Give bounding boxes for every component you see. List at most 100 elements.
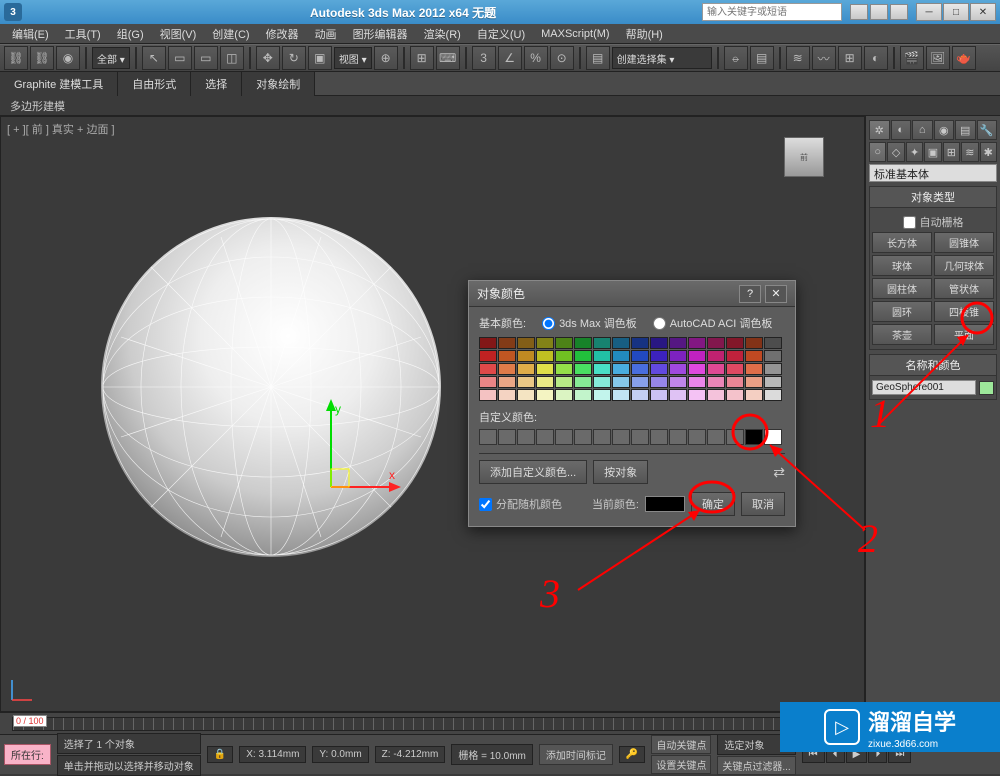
close-button[interactable]: ✕ (970, 3, 996, 21)
star-icon[interactable] (870, 4, 888, 20)
ref-coord-dropdown[interactable]: 视图 ▾ (334, 47, 372, 69)
select-window-icon[interactable]: ◫ (220, 46, 244, 70)
coord-x[interactable]: X: 3.114mm (239, 746, 306, 763)
geometry-icon[interactable]: ○ (869, 142, 886, 162)
schematic-icon[interactable]: ⊞ (838, 46, 862, 70)
coord-z[interactable]: Z: -4.212mm (375, 746, 446, 763)
ribbon-tab[interactable]: 选择 (191, 72, 242, 96)
menu-item[interactable]: 图形编辑器 (345, 26, 416, 42)
menu-item[interactable]: 组(G) (109, 26, 152, 42)
primitive-button[interactable]: 长方体 (872, 232, 932, 253)
primitive-button[interactable]: 茶壶 (872, 324, 932, 345)
rotate-icon[interactable]: ↻ (282, 46, 306, 70)
curve-editor-icon[interactable]: 〰 (812, 46, 836, 70)
primitive-button[interactable]: 四棱锥 (934, 301, 994, 322)
assign-random-checkbox[interactable] (479, 498, 492, 511)
move-gizmo[interactable]: y x (281, 397, 401, 520)
material-icon[interactable]: ◐ (864, 46, 888, 70)
unlink-icon[interactable]: ⛓ (30, 46, 54, 70)
minimize-button[interactable]: ─ (916, 3, 942, 21)
keyfilter-button[interactable]: 关键点过滤器... (717, 756, 795, 775)
coord-y[interactable]: Y: 0.0mm (312, 746, 368, 763)
lock-icon[interactable]: 🔒 (207, 746, 233, 763)
pivot-icon[interactable]: ⊕ (374, 46, 398, 70)
primitive-button[interactable]: 平面 (934, 324, 994, 345)
lights-icon[interactable]: ✦ (906, 142, 923, 162)
rollout-header[interactable]: 名称和颜色 (870, 355, 996, 376)
layers-icon[interactable]: ≋ (786, 46, 810, 70)
primitive-button[interactable]: 圆环 (872, 301, 932, 322)
link-icon[interactable]: ⛓ (4, 46, 28, 70)
snap-icon[interactable]: 3 (472, 46, 496, 70)
autogrid-checkbox[interactable] (903, 216, 916, 229)
utilities-tab-icon[interactable]: 🔧 (977, 120, 998, 140)
menu-item[interactable]: 视图(V) (152, 26, 205, 42)
object-color-swatch[interactable] (979, 381, 994, 395)
keyboard-icon[interactable]: ⌨ (436, 46, 460, 70)
hierarchy-tab-icon[interactable]: ⌂ (912, 120, 933, 140)
select-name-icon[interactable]: ▭ (168, 46, 192, 70)
selection-filter-dropdown[interactable]: 全部 ▾ (92, 47, 130, 69)
spinner-snap-icon[interactable]: ⊙ (550, 46, 574, 70)
cancel-button[interactable]: 取消 (741, 492, 785, 516)
menu-item[interactable]: 帮助(H) (618, 26, 671, 42)
select-icon[interactable]: ↖ (142, 46, 166, 70)
primitive-button[interactable]: 圆柱体 (872, 278, 932, 299)
named-sel-icon[interactable]: ▤ (586, 46, 610, 70)
ok-button[interactable]: 确定 (691, 492, 735, 516)
motion-tab-icon[interactable]: ◉ (934, 120, 955, 140)
angle-snap-icon[interactable]: ∠ (498, 46, 522, 70)
ribbon-sub[interactable]: 多边形建模 (0, 96, 1000, 116)
shapes-icon[interactable]: ◇ (887, 142, 904, 162)
palette-radio[interactable] (653, 317, 666, 330)
key-icon[interactable]: 🔑 (619, 746, 645, 763)
ribbon-tab[interactable]: Graphite 建模工具 (0, 72, 118, 96)
menu-item[interactable]: 动画 (307, 26, 345, 42)
menu-item[interactable]: 渲染(R) (416, 26, 469, 42)
scale-icon[interactable]: ▣ (308, 46, 332, 70)
rollout-header[interactable]: 对象类型 (870, 187, 996, 208)
ribbon-tab[interactable]: 自由形式 (118, 72, 191, 96)
menu-item[interactable]: 自定义(U) (469, 26, 533, 42)
manip-icon[interactable]: ⊞ (410, 46, 434, 70)
viewport-label[interactable]: [ + ][ 前 ] 真实 + 边面 ] (7, 121, 115, 137)
help-button[interactable]: ? (739, 285, 761, 303)
swap-icon[interactable]: ⇄ (773, 464, 785, 481)
render-setup-icon[interactable]: 🎬 (900, 46, 924, 70)
align-icon[interactable]: ▤ (750, 46, 774, 70)
systems-icon[interactable]: ✱ (980, 142, 997, 162)
maximize-button[interactable]: □ (943, 3, 969, 21)
add-custom-button[interactable]: 添加自定义颜色... (479, 460, 587, 484)
spacewarps-icon[interactable]: ≋ (961, 142, 978, 162)
percent-snap-icon[interactable]: % (524, 46, 548, 70)
color-palette[interactable] (479, 337, 785, 401)
named-selection-dropdown[interactable]: 创建选择集 ▾ (612, 47, 712, 69)
helpers-icon[interactable]: ⊞ (943, 142, 960, 162)
menu-item[interactable]: 创建(C) (204, 26, 257, 42)
mirror-icon[interactable]: ⦵ (724, 46, 748, 70)
create-tab-icon[interactable]: ✲ (869, 120, 890, 140)
primitive-button[interactable]: 球体 (872, 255, 932, 276)
render-icon[interactable]: 🫖 (952, 46, 976, 70)
viewcube[interactable]: 前 (784, 137, 824, 177)
close-icon[interactable]: ✕ (765, 285, 787, 303)
menu-item[interactable]: 修改器 (258, 26, 307, 42)
setkey-button[interactable]: 设置关键点 (651, 755, 711, 774)
move-icon[interactable]: ✥ (256, 46, 280, 70)
menu-item[interactable]: 编辑(E) (4, 26, 57, 42)
by-object-button[interactable]: 按对象 (593, 460, 648, 484)
custom-color-row[interactable] (479, 429, 785, 445)
menu-item[interactable]: 工具(T) (57, 26, 109, 42)
user-icon[interactable] (890, 4, 908, 20)
palette-radio[interactable] (542, 317, 555, 330)
add-time-tag-button[interactable]: 添加时间标记 (539, 744, 613, 765)
render-frame-icon[interactable]: 🖼 (926, 46, 950, 70)
category-dropdown[interactable]: 标准基本体 (869, 164, 997, 182)
cameras-icon[interactable]: ▣ (924, 142, 941, 162)
modify-tab-icon[interactable]: ◐ (891, 120, 912, 140)
current-color-swatch[interactable] (645, 496, 685, 512)
bind-icon[interactable]: ◉ (56, 46, 80, 70)
autokey-button[interactable]: 自动关键点 (651, 735, 711, 754)
primitive-button[interactable]: 几何球体 (934, 255, 994, 276)
menu-item[interactable]: MAXScript(M) (533, 28, 617, 40)
